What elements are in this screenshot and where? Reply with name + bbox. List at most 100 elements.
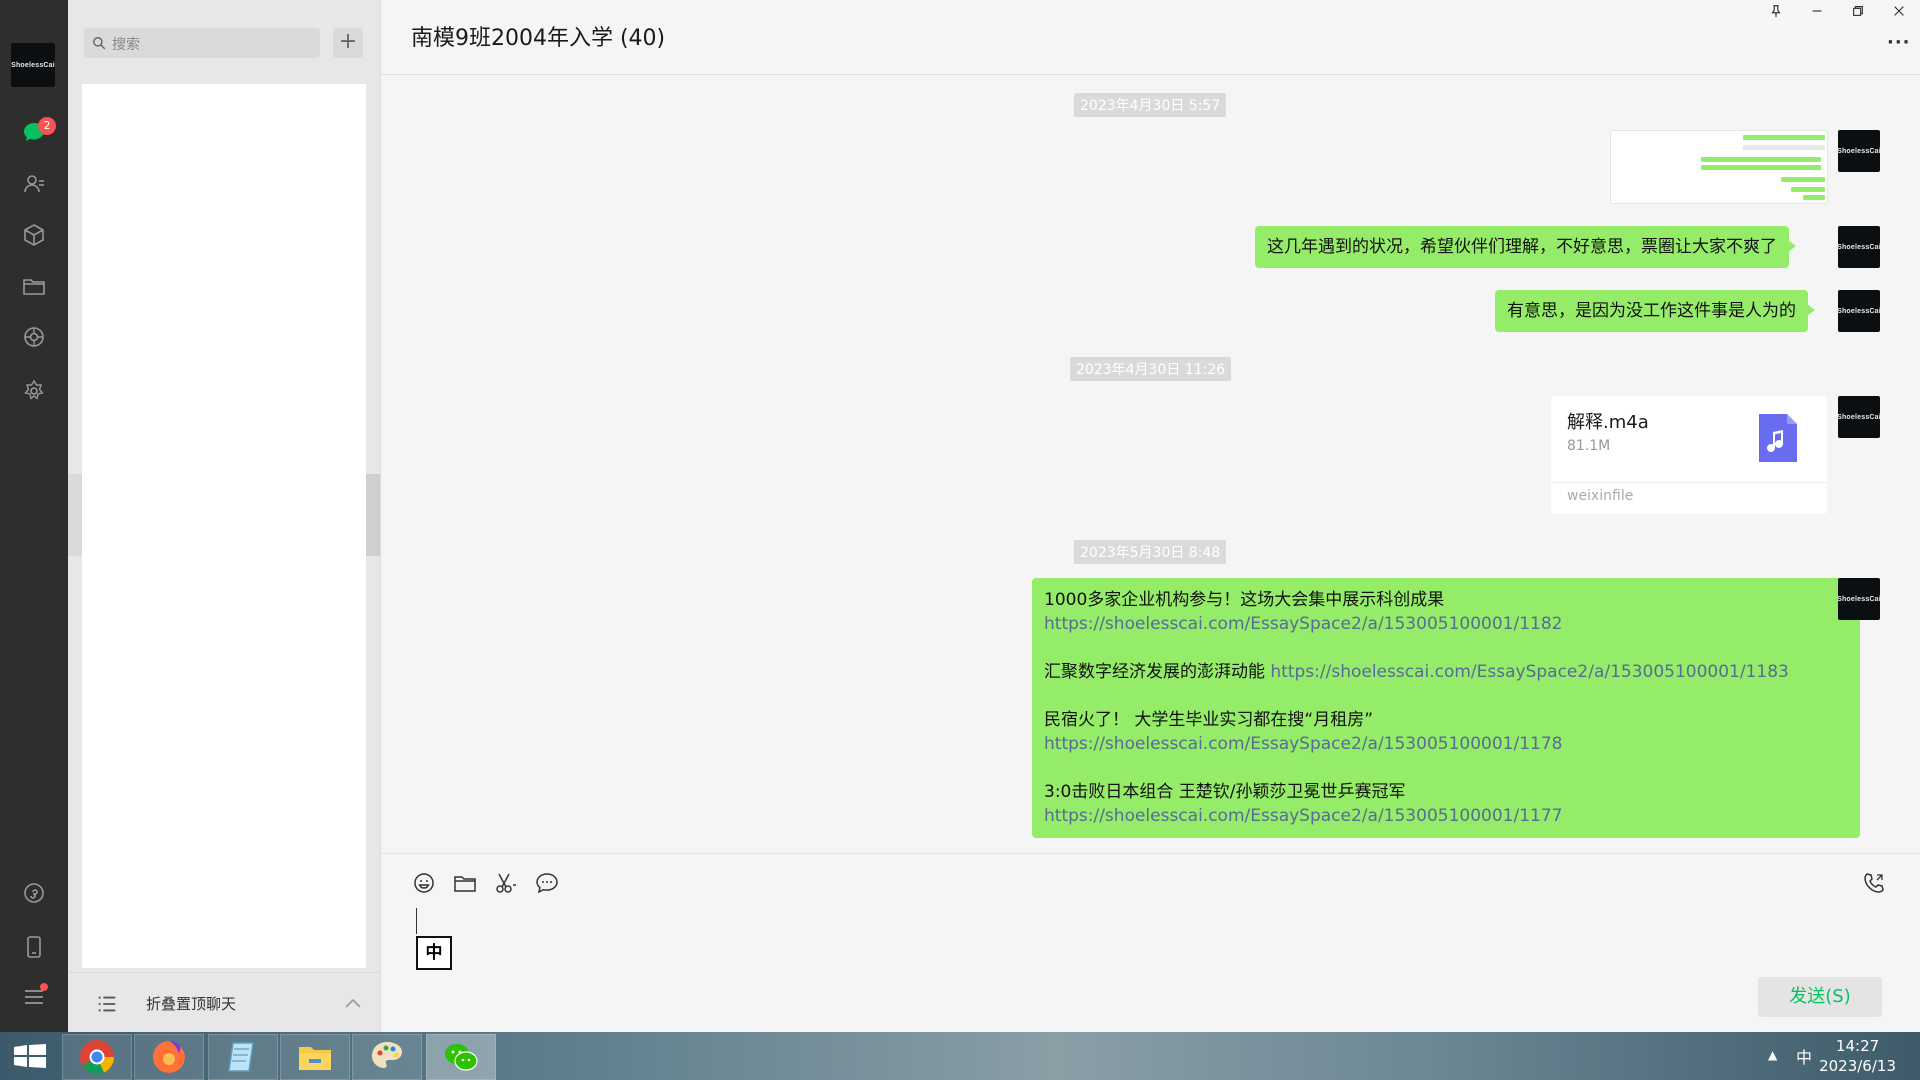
voice-call-button[interactable] xyxy=(1862,871,1888,897)
pin-window-button[interactable] xyxy=(1764,4,1788,24)
file-message[interactable]: 解释.m4a 81.1M weixinfile xyxy=(1551,396,1827,514)
header-divider xyxy=(381,74,1920,75)
news-item: 汇聚数字经济发展的澎湃动能 https://shoelesscai.com/Es… xyxy=(1044,662,1789,682)
ime-indicator: 中 xyxy=(416,936,452,970)
nav-contacts[interactable] xyxy=(19,169,49,199)
message-icon xyxy=(536,873,558,894)
news-link[interactable]: https://shoelesscai.com/EssaySpace2/a/15… xyxy=(1044,734,1562,754)
timestamp: 2023年5月30日 8:48 xyxy=(1074,540,1227,564)
contacts-icon xyxy=(24,175,44,193)
minimize-icon xyxy=(1812,10,1822,12)
file-name: 解释.m4a xyxy=(1567,412,1649,433)
nav-favorites[interactable] xyxy=(19,220,49,250)
news-item: 1000多家企业机构参与！这场大会集中展示科创成果 https://shoele… xyxy=(1044,590,1563,634)
unread-badge: 2 xyxy=(38,117,56,135)
clock-date: 2023/6/13 xyxy=(1819,1057,1896,1075)
file-size: 81.1M xyxy=(1567,438,1611,454)
message-avatar[interactable]: ShoelessCai xyxy=(1838,226,1880,268)
send-button[interactable]: 发送(S) xyxy=(1758,977,1882,1017)
nav-mini-program-panel[interactable] xyxy=(19,878,49,908)
collapse-pinned-bar[interactable]: 折叠置顶聊天 xyxy=(68,972,380,1033)
text-message[interactable]: 有意思，是因为没工作这件事是人为的 xyxy=(1495,290,1815,332)
taskbar-notepad[interactable] xyxy=(208,1034,278,1080)
phone-icon xyxy=(27,936,41,958)
link-list-message[interactable]: 1000多家企业机构参与！这场大会集中展示科创成果 https://shoele… xyxy=(1032,578,1867,838)
avatar-text: ShoelessCai xyxy=(11,61,55,69)
emoji-icon xyxy=(414,873,434,893)
restore-button[interactable] xyxy=(1846,4,1870,24)
message-avatar[interactable]: ShoelessCai xyxy=(1838,578,1880,620)
cube-icon xyxy=(24,224,44,246)
left-nav: ShoelessCai 2 xyxy=(0,0,68,1032)
nav-moments[interactable] xyxy=(19,322,49,352)
image-message[interactable] xyxy=(1610,130,1828,204)
tray-overflow-button[interactable]: ▲ xyxy=(1768,1048,1777,1062)
aperture-icon xyxy=(24,327,44,347)
scissors-icon xyxy=(496,873,516,893)
chrome-icon xyxy=(80,1040,114,1074)
paint-palette-icon xyxy=(372,1042,402,1068)
list-icon xyxy=(98,996,116,1012)
mini-program-icon xyxy=(24,883,44,903)
send-file-button[interactable] xyxy=(453,871,479,897)
news-link[interactable]: https://shoelesscai.com/EssaySpace2/a/15… xyxy=(1044,614,1562,634)
file-source: weixinfile xyxy=(1567,488,1634,504)
timestamp: 2023年4月30日 11:26 xyxy=(1070,357,1232,381)
chat-history-button[interactable] xyxy=(535,871,561,897)
text-caret xyxy=(416,908,417,934)
pin-icon xyxy=(1771,5,1781,18)
folder-icon xyxy=(23,279,45,295)
collapse-pinned-label: 折叠置顶聊天 xyxy=(146,995,237,1013)
nav-files[interactable] xyxy=(19,271,49,301)
add-button[interactable]: + xyxy=(333,28,363,58)
user-avatar[interactable]: ShoelessCai xyxy=(11,43,55,87)
message-input[interactable] xyxy=(452,900,1902,970)
chat-list[interactable] xyxy=(82,84,366,968)
news-link[interactable]: https://shoelesscai.com/EssaySpace2/a/15… xyxy=(1044,806,1562,826)
list-scrollbar[interactable] xyxy=(366,474,380,556)
file-explorer-icon xyxy=(299,1047,331,1070)
search-box[interactable]: 搜索 xyxy=(84,28,320,58)
emoji-button[interactable] xyxy=(412,871,438,897)
taskbar-firefox[interactable] xyxy=(134,1034,204,1080)
text-message[interactable]: 这几年遇到的状况，希望伙伴们理解，不好意思，票圈让大家不爽了 xyxy=(1255,226,1796,268)
search-placeholder: 搜索 xyxy=(112,37,140,53)
close-button[interactable] xyxy=(1887,4,1911,24)
news-item: 民宿火了！ 大学生毕业实习都在搜“月租房” https://shoelessca… xyxy=(1044,710,1563,754)
message-avatar[interactable]: ShoelessCai xyxy=(1838,130,1880,172)
phone-call-icon xyxy=(1864,873,1884,893)
audio-file-icon xyxy=(1759,414,1797,462)
taskbar-wechat[interactable] xyxy=(426,1034,496,1080)
taskbar-clock[interactable]: 14:27 2023/6/13 xyxy=(1819,1036,1896,1076)
minimize-button[interactable] xyxy=(1805,4,1829,24)
timestamp: 2023年4月30日 5:57 xyxy=(1074,93,1227,117)
list-left-edge xyxy=(68,474,82,556)
close-icon xyxy=(1894,6,1904,16)
chat-title: 南模9班2004年入学 (40) xyxy=(411,26,666,51)
menu-notification-dot xyxy=(40,983,48,991)
news-item: 3:0击败日本组合 王楚钦/孙颖莎卫冕世乒赛冠军 https://shoeles… xyxy=(1044,782,1563,826)
chevron-up-icon[interactable] xyxy=(345,997,361,1009)
restore-icon xyxy=(1853,6,1863,16)
wechat-icon xyxy=(445,1044,478,1071)
taskbar-chrome[interactable] xyxy=(62,1034,132,1080)
file-divider xyxy=(1551,482,1827,483)
search-icon xyxy=(93,37,106,50)
news-link[interactable]: https://shoelesscai.com/EssaySpace2/a/15… xyxy=(1270,662,1788,682)
start-button[interactable] xyxy=(0,1032,60,1080)
tray-input-method[interactable]: 中 xyxy=(1796,1044,1812,1068)
screenshot-button[interactable] xyxy=(494,871,520,897)
notepad-icon xyxy=(228,1042,254,1072)
windows-logo-icon xyxy=(14,1044,46,1068)
clock-time: 14:27 xyxy=(1835,1037,1880,1055)
message-avatar[interactable]: ShoelessCai xyxy=(1838,290,1880,332)
more-options-button[interactable]: ··· xyxy=(1887,32,1911,53)
settings-flower-icon xyxy=(24,379,44,400)
message-avatar[interactable]: ShoelessCai xyxy=(1838,396,1880,438)
nav-phone[interactable] xyxy=(19,932,49,962)
taskbar-file-explorer[interactable] xyxy=(280,1034,350,1080)
nav-mini-programs[interactable] xyxy=(19,376,49,406)
taskbar-paint[interactable] xyxy=(352,1034,422,1080)
input-divider xyxy=(381,853,1920,854)
firefox-icon xyxy=(153,1041,185,1073)
